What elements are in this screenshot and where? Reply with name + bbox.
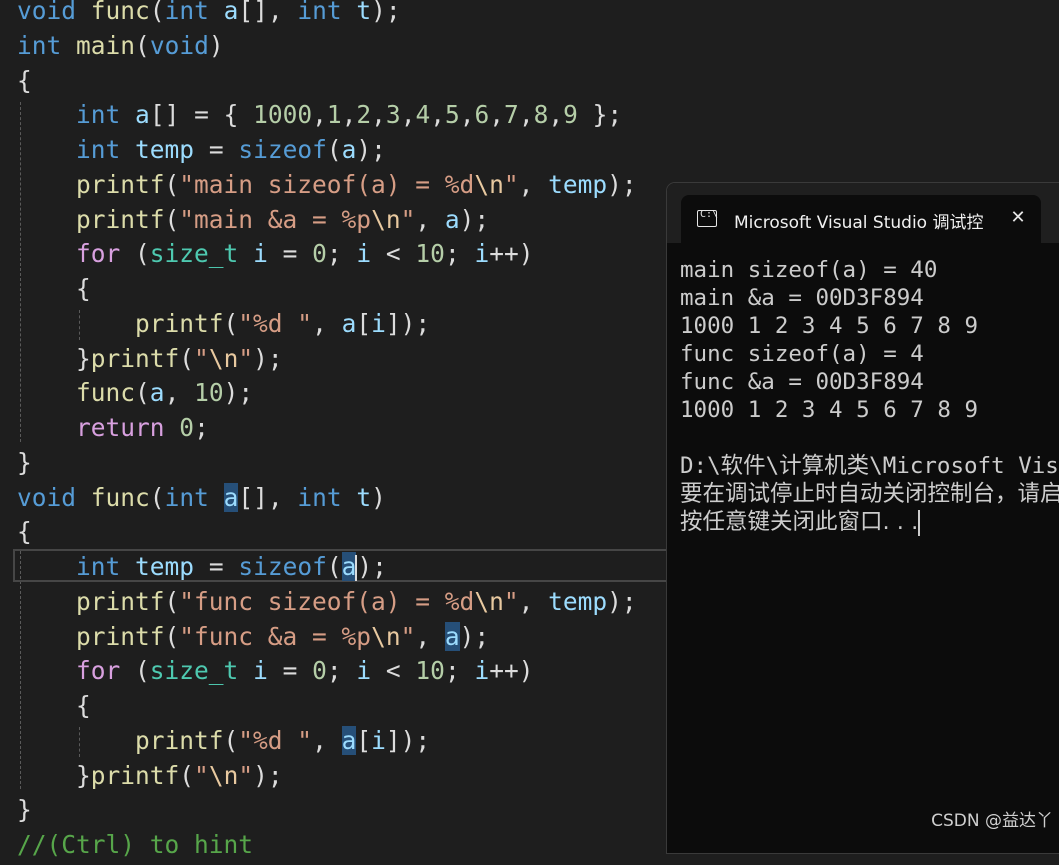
- code-line: func(a, 10);: [76, 378, 254, 407]
- code-line: printf("func &a = %p\n", a);: [76, 622, 490, 651]
- code-line: return 0;: [76, 413, 209, 442]
- code-line: int main(void): [17, 31, 224, 60]
- code-line: printf("main sizeof(a) = %d\n", temp);: [76, 170, 637, 199]
- console-prompt-text: 按任意键关闭此窗口. . .: [680, 509, 919, 535]
- close-icon[interactable]: ✕: [1005, 205, 1031, 231]
- code-line: {: [17, 274, 91, 303]
- code-line: }printf("\n");: [17, 761, 283, 790]
- code-line: }printf("\n");: [17, 344, 283, 373]
- code-line: for (size_t i = 0; i < 10; i++): [76, 239, 534, 268]
- console-output-line: D:\软件\计算机类\Microsoft Visual Studio: [680, 453, 1059, 479]
- code-line: for (size_t i = 0; i < 10; i++): [76, 656, 534, 685]
- terminal-icon: C:\: [697, 209, 718, 227]
- code-line: void func(int a[], int t): [17, 483, 386, 512]
- console-output-line: func &a = 00D3F894: [680, 369, 924, 395]
- code-line[interactable]: int temp = sizeof(a);: [17, 552, 387, 587]
- watermark: CSDN @益达丫: [931, 811, 1053, 831]
- debug-console-window[interactable]: C:\ Microsoft Visual Studio 调试控制台 ✕ main…: [666, 182, 1059, 854]
- console-output-line: func sizeof(a) = 4: [680, 341, 924, 367]
- console-output-line: 1000 1 2 3 4 5 6 7 8 9: [680, 313, 979, 339]
- console-output-line: main &a = 00D3F894: [680, 285, 924, 311]
- text-caret: [355, 555, 358, 581]
- code-line: }: [17, 795, 32, 824]
- console-titlebar[interactable]: C:\ Microsoft Visual Studio 调试控制台 ✕: [667, 183, 1059, 243]
- console-output-line: main sizeof(a) = 40: [680, 257, 938, 283]
- code-line: //(Ctrl) to hint: [17, 830, 254, 859]
- code-line: {: [17, 517, 32, 546]
- console-output-line: 1000 1 2 3 4 5 6 7 8 9: [680, 397, 979, 423]
- code-line: void func(int a[], int t);: [17, 0, 401, 25]
- code-line: {: [17, 66, 32, 95]
- console-tab[interactable]: C:\ Microsoft Visual Studio 调试控制台 ✕: [681, 195, 1041, 243]
- code-line: printf("%d ", a[i]);: [135, 726, 431, 755]
- code-line: printf("%d ", a[i]);: [135, 309, 431, 338]
- code-line: {: [17, 691, 91, 720]
- code-line: }: [17, 448, 32, 477]
- console-output-line: 按任意键关闭此窗口. . .: [680, 508, 921, 536]
- console-tab-title: Microsoft Visual Studio 调试控制台: [734, 213, 984, 233]
- console-cursor: [918, 509, 921, 536]
- code-line: printf("main &a = %p\n", a);: [76, 205, 490, 234]
- code-line: int a[] = { 1000,1,2,3,4,5,6,7,8,9 };: [76, 100, 623, 129]
- code-line: printf("func sizeof(a) = %d\n", temp);: [76, 587, 637, 616]
- console-output-line: 要在调试停止时自动关闭控制台，请启用: [680, 481, 1059, 507]
- code-line: int temp = sizeof(a);: [76, 135, 386, 164]
